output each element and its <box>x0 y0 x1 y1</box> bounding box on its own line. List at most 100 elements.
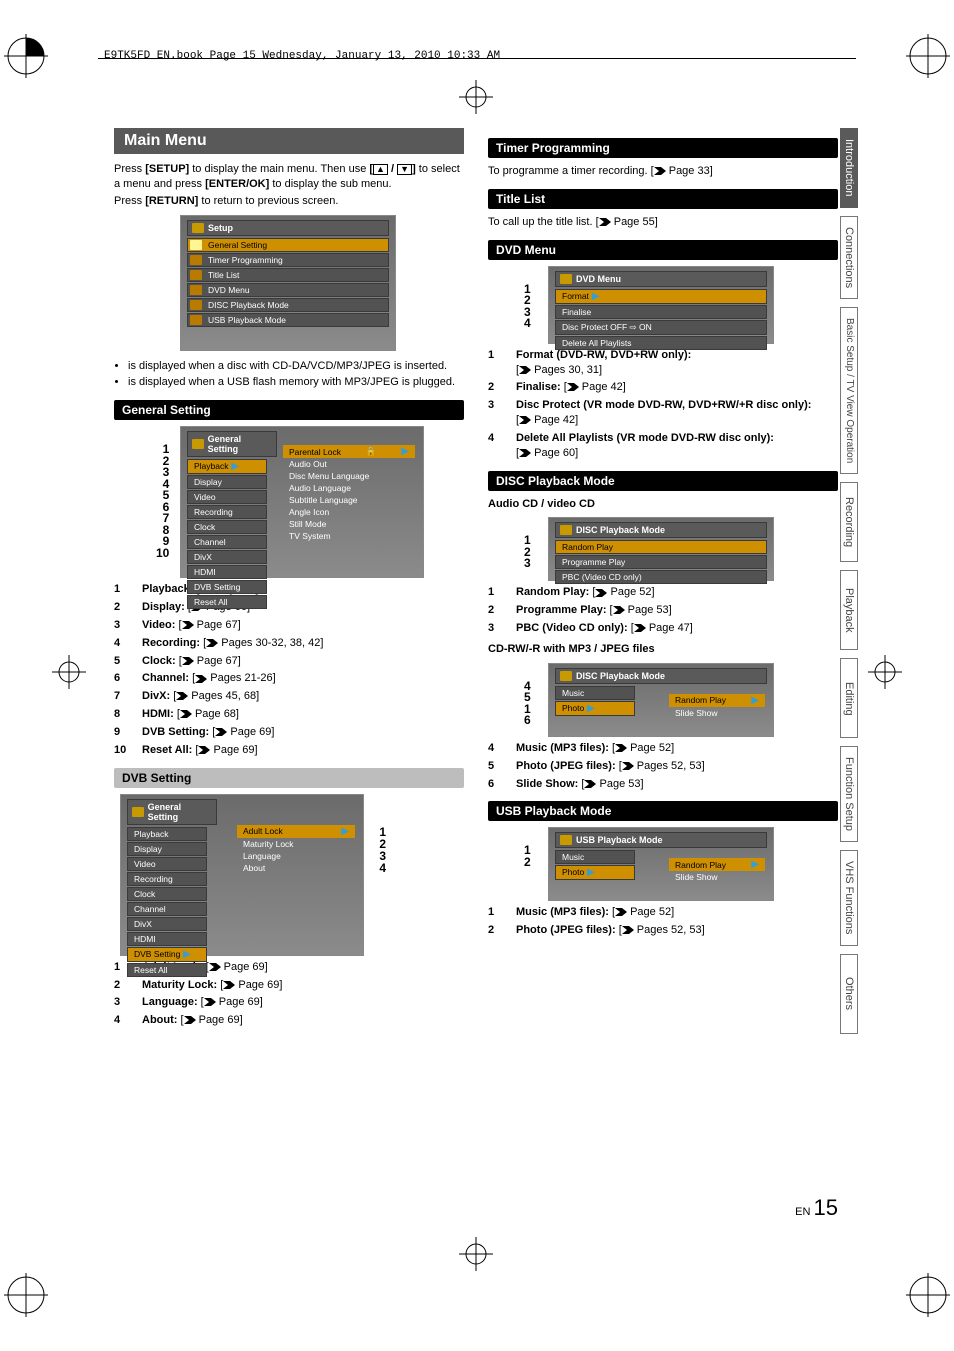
figure-callout-number: 1 <box>379 826 386 838</box>
menu-item-right: Parental Lock🔒▶ <box>283 445 415 458</box>
menu-item-right: TV System <box>283 530 415 542</box>
setup-menu-title: Setup <box>187 220 389 236</box>
disc-icon <box>560 525 572 535</box>
disc-sub1: Audio CD / video CD <box>488 498 595 510</box>
list-body: About: [ Page 69] <box>142 1013 243 1028</box>
menu-item: Finalise <box>555 305 767 319</box>
list-label: Clock: <box>142 655 179 667</box>
list-number: 9 <box>114 725 132 740</box>
registration-mark-icon <box>52 655 86 689</box>
menu-item-left: HDMI <box>187 565 267 579</box>
list-body: Recording: [ Pages 30-32, 38, 42] <box>142 636 323 651</box>
list-number: 2 <box>488 603 506 618</box>
menu-item-left: Display <box>127 842 207 856</box>
page-reference: [ Page 67] <box>179 655 241 667</box>
subheading-general-setting: General Setting <box>114 400 464 420</box>
menu-item-right: Disc Menu Language <box>283 470 415 482</box>
bullet-item: is displayed when a USB flash memory wit… <box>128 375 464 390</box>
subheading-timer-programming: Timer Programming <box>488 138 838 158</box>
menu-item-left: DivX <box>187 550 267 564</box>
figure-callout-number: 4 <box>379 862 386 874</box>
page-reference: [ Page 42] <box>516 414 578 426</box>
menu-item-left: Video <box>187 490 267 504</box>
pointer-icon <box>567 383 579 391</box>
pointer-icon <box>615 744 627 752</box>
disc-playback-figure-1: 123 DISC Playback Mode Random PlayProgra… <box>548 517 774 581</box>
pointer-icon <box>215 728 227 736</box>
list-number: 4 <box>114 636 132 651</box>
crop-mark-icon <box>906 1273 950 1317</box>
pointer-icon <box>519 449 531 457</box>
setup-key-label: [SETUP] <box>145 163 189 175</box>
list-label: Finalise: <box>516 381 564 393</box>
disc-menu-title: DISC Playback Mode <box>555 522 767 538</box>
list-number: 5 <box>488 759 506 774</box>
list-body: PBC (Video CD only): [ Page 47] <box>516 621 693 636</box>
menu-item-right: Audio Out <box>283 458 415 470</box>
wrench-icon <box>192 439 204 449</box>
list-row: 6Slide Show: [ Page 53] <box>488 777 838 792</box>
pointer-icon <box>584 780 596 788</box>
registration-mark-icon <box>459 1237 493 1271</box>
list-body: Channel: [ Pages 21-26] <box>142 671 276 686</box>
list-number: 1 <box>488 585 506 600</box>
menu-item-left: Clock <box>127 887 207 901</box>
pointer-icon <box>182 657 194 665</box>
list-row: 2Finalise: [ Page 42] <box>488 380 838 395</box>
list-body: Programme Play: [ Page 53] <box>516 603 672 618</box>
play-arrow-icon: ▶ <box>229 461 239 472</box>
menu-item: Delete All Playlists <box>555 336 767 350</box>
play-arrow-icon: ▶ <box>584 867 594 878</box>
list-body: DivX: [ Pages 45, 68] <box>142 689 259 704</box>
menu-item-icon <box>190 300 202 310</box>
menu-item-right: Subtitle Language <box>283 494 415 506</box>
side-tab: Introduction <box>840 128 858 208</box>
pointer-icon <box>176 692 188 700</box>
list-body: Photo (JPEG files): [ Pages 52, 53] <box>516 759 705 774</box>
menu-item-left: Music <box>555 850 635 864</box>
list-label: Photo (JPEG files): <box>516 924 619 936</box>
up-arrow-icon: ▲ <box>373 164 388 175</box>
side-tabs: IntroductionConnectionsBasic Setup / TV … <box>840 128 894 1042</box>
list-number: 2 <box>488 923 506 938</box>
list-label: Language: <box>142 996 201 1008</box>
list-number: 1 <box>488 905 506 920</box>
disc-icon <box>560 274 572 284</box>
list-label: Programme Play: <box>516 604 610 616</box>
side-tab: Recording <box>840 482 858 562</box>
subheading-dvd-menu: DVD Menu <box>488 240 838 260</box>
menu-item: Format ▶ <box>555 289 767 304</box>
bullet-item: is displayed when a disc with CD-DA/VCD/… <box>128 359 464 374</box>
list-label: Video: <box>142 619 178 631</box>
menu-item-left: Photo ▶ <box>555 865 635 880</box>
list-number: 4 <box>114 1013 132 1028</box>
menu-item: Disc Protect OFF ⇨ ON <box>555 320 767 335</box>
list-row: 4 Recording: [ Pages 30-32, 38, 42] <box>114 636 464 651</box>
page-reference: [ Page 69] <box>212 726 274 738</box>
figure-callout-number: 6 <box>524 715 531 727</box>
list-label: DivX: <box>142 690 173 702</box>
list-row: 10Reset All: [ Page 69] <box>114 743 464 758</box>
play-arrow-icon: ▶ <box>401 446 409 457</box>
page: E9TK5FD_EN.book Page 15 Wednesday, Janua… <box>0 0 954 1351</box>
list-label: HDMI: <box>142 708 177 720</box>
menu-item-right: Random Play▶ <box>669 694 765 707</box>
list-row: 4Delete All Playlists (VR mode DVD-RW di… <box>488 431 838 461</box>
list-row: 3Video: [ Page 67] <box>114 618 464 633</box>
dvb-menu-title: General Setting <box>127 799 217 825</box>
list-number: 2 <box>114 600 132 615</box>
usb-icon <box>560 835 572 845</box>
pointer-icon <box>615 908 627 916</box>
list-row: 9DVB Setting: [ Page 69] <box>114 725 464 740</box>
pointer-icon <box>613 606 625 614</box>
play-arrow-icon: ▶ <box>584 703 594 714</box>
section-title-main-menu: Main Menu <box>114 128 464 154</box>
list-label: Recording: <box>142 637 203 649</box>
play-arrow-icon: ▶ <box>589 291 599 302</box>
list-body: Delete All Playlists (VR mode DVD-RW dis… <box>516 431 838 461</box>
menu-item-right: Random Play▶ <box>669 858 765 871</box>
menu-item-left: Reset All <box>187 595 267 609</box>
list-row: 8HDMI: [ Page 68] <box>114 707 464 722</box>
menu-item-left: Photo ▶ <box>555 701 635 716</box>
content-area: Main Menu Press [SETUP] to display the m… <box>114 128 838 1223</box>
